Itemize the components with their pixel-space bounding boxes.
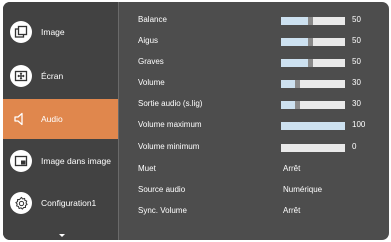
sidebar-item-audio[interactable]: Audio [3,99,118,139]
setting-row-muet[interactable]: Muet Arrêt [138,161,388,179]
setting-row-sync-volume[interactable]: Sync. Volume Arrêt [138,203,388,221]
gear-icon [10,192,32,214]
setting-label: Source audio [138,185,186,194]
setting-option-value[interactable]: Arrêt [283,164,300,173]
sidebar: Image Écran Audio Image dans image Confi [3,2,119,240]
setting-slider[interactable] [281,59,345,67]
setting-slider[interactable] [281,38,345,46]
setting-value: 30 [352,99,361,108]
sidebar-item-image-dans-image[interactable]: Image dans image [3,141,118,181]
setting-value: 0 [352,142,357,151]
setting-row-balance[interactable]: Balance 50 [138,12,388,30]
setting-option-value[interactable]: Numérique [283,185,322,194]
setting-slider[interactable] [281,80,345,88]
setting-label: Aigus [138,36,159,45]
picture-in-picture-icon [10,150,32,172]
setting-label: Volume maximum [138,120,202,129]
sidebar-item-configuration1[interactable]: Configuration1 [3,183,118,223]
sidebar-item-label: Configuration1 [41,198,97,208]
slider-thumb[interactable] [308,59,313,67]
setting-label: Sortie audio (s.lig) [138,99,203,108]
setting-label: Graves [138,57,164,66]
slider-thumb[interactable] [295,80,300,88]
slider-thumb[interactable] [295,101,300,109]
slider-fill [281,122,345,130]
scroll-down-arrow-icon[interactable] [59,234,65,237]
setting-value: 30 [352,78,361,87]
sidebar-item-label: Écran [41,71,64,81]
setting-value: 50 [352,36,361,45]
sidebar-item-image[interactable]: Image [3,12,118,52]
setting-label: Muet [138,164,156,173]
setting-row-graves[interactable]: Graves 50 [138,54,388,72]
setting-value: 50 [352,57,361,66]
sidebar-item-ecran[interactable]: Écran [3,56,118,96]
screen-icon [10,65,32,87]
setting-value: 50 [352,15,361,24]
setting-label: Sync. Volume [138,206,187,215]
setting-slider[interactable] [281,144,345,152]
setting-slider[interactable] [281,17,345,25]
setting-row-source-audio[interactable]: Source audio Numérique [138,182,388,200]
setting-slider[interactable] [281,101,345,109]
setting-label: Balance [138,15,167,24]
setting-option-value[interactable]: Arrêt [283,206,300,215]
sidebar-item-label: Image dans image [41,156,111,166]
setting-row-sortie-audio-s-lig[interactable]: Sortie audio (s.lig) 30 [138,96,388,114]
osd-menu: Image Écran Audio Image dans image Confi [3,2,389,240]
sidebar-item-label: Audio [41,114,63,124]
setting-slider[interactable] [281,122,345,130]
setting-row-volume-minimum[interactable]: Volume minimum 0 [138,139,388,157]
slider-thumb[interactable] [308,38,313,46]
setting-row-aigus[interactable]: Aigus 50 [138,33,388,51]
setting-value: 100 [352,120,366,129]
speaker-icon [10,108,32,130]
picture-frame-icon [10,21,32,43]
setting-row-volume-maximum[interactable]: Volume maximum 100 [138,117,388,135]
setting-label: Volume minimum [138,142,200,151]
setting-label: Volume [138,78,165,87]
setting-row-volume[interactable]: Volume 30 [138,75,388,93]
slider-thumb[interactable] [308,17,313,25]
sidebar-item-label: Image [41,27,65,37]
